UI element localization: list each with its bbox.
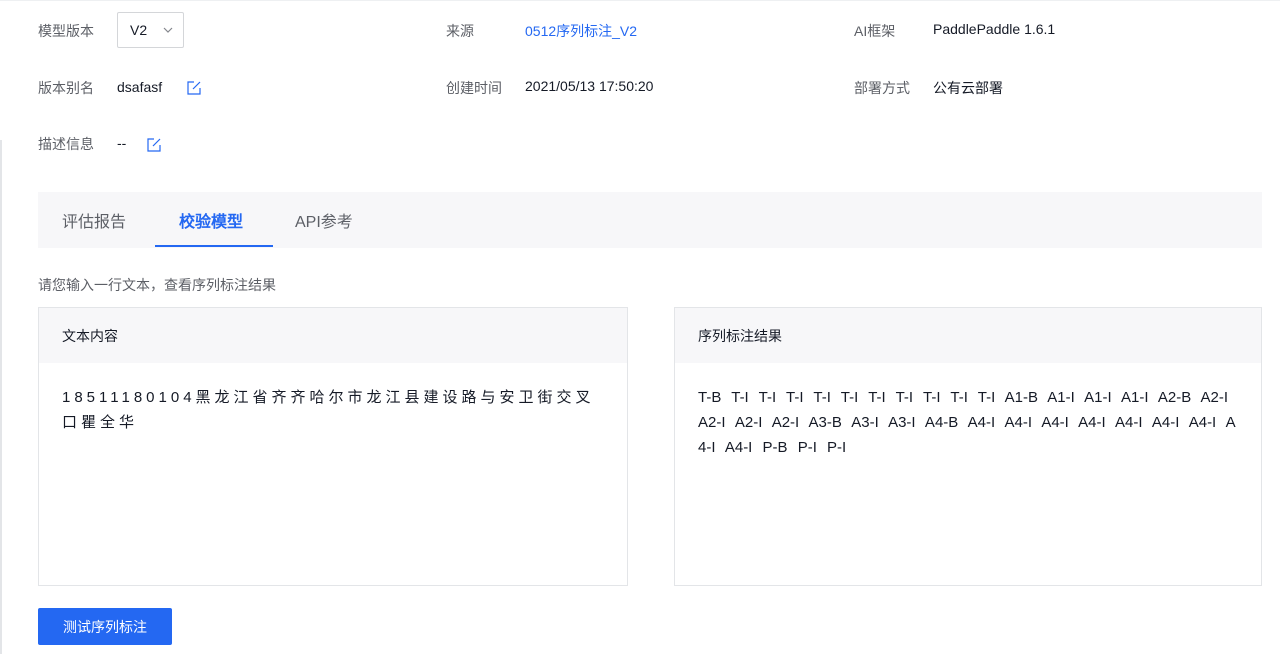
created-label: 创建时间 xyxy=(446,80,502,96)
text-input-area[interactable]: 18511180104黑龙江省齐齐哈尔市龙江县建设路与安卫街交叉口瞿全华 xyxy=(39,363,627,457)
model-detail-page: 模型版本 V2 来源 0512序列标注_V2 AI框架 PaddlePaddle… xyxy=(0,0,1280,654)
chevron-down-icon xyxy=(163,27,173,33)
edit-description-icon[interactable] xyxy=(146,137,162,153)
version-select[interactable]: V2 xyxy=(117,12,184,48)
version-select-value: V2 xyxy=(130,22,148,38)
source-field: 来源 xyxy=(446,21,474,41)
description-value-wrap: -- xyxy=(117,135,126,151)
alias-value: dsafasf xyxy=(117,79,163,95)
result-area: T-B T-I T-I T-I T-I T-I T-I T-I T-I T-I … xyxy=(675,363,1261,482)
left-divider xyxy=(0,140,2,654)
result-panel: 序列标注结果 T-B T-I T-I T-I T-I T-I T-I T-I T… xyxy=(674,307,1262,586)
version-label-field: 模型版本 xyxy=(38,21,94,41)
created-field: 创建时间 xyxy=(446,78,502,98)
text-input-panel-title: 文本内容 xyxy=(39,308,627,363)
source-link[interactable]: 0512序列标注_V2 xyxy=(525,21,637,41)
description-value: -- xyxy=(117,135,127,151)
test-sequence-label-button[interactable]: 测试序列标注 xyxy=(38,608,172,645)
deploy-value-wrap: 公有云部署 xyxy=(933,78,1003,98)
created-value: 2021/05/13 17:50:20 xyxy=(525,78,654,94)
alias-field: 版本别名 xyxy=(38,78,94,98)
framework-value-wrap: PaddlePaddle 1.6.1 xyxy=(933,21,1055,37)
edit-alias-icon[interactable] xyxy=(186,80,202,96)
tab-bar: 评估报告 校验模型 API参考 xyxy=(38,192,1262,248)
deploy-value: 公有云部署 xyxy=(933,80,1003,96)
tab-evaluation-report[interactable]: 评估报告 xyxy=(62,192,126,248)
created-value-wrap: 2021/05/13 17:50:20 xyxy=(525,78,653,94)
version-label: 模型版本 xyxy=(38,23,94,39)
framework-label: AI框架 xyxy=(854,23,896,39)
tab-api-reference[interactable]: API参考 xyxy=(295,192,353,248)
text-input-panel: 文本内容 18511180104黑龙江省齐齐哈尔市龙江县建设路与安卫街交叉口瞿全… xyxy=(38,307,628,586)
result-panel-title: 序列标注结果 xyxy=(675,308,1261,363)
source-link-wrap: 0512序列标注_V2 xyxy=(525,21,637,41)
alias-label: 版本别名 xyxy=(38,80,94,96)
tab-verify-model[interactable]: 校验模型 xyxy=(179,192,243,248)
top-divider xyxy=(0,0,1280,1)
description-field: 描述信息 xyxy=(38,134,94,154)
framework-field: AI框架 xyxy=(854,21,895,41)
verify-hint: 请您输入一行文本，查看序列标注结果 xyxy=(38,277,276,293)
alias-value-wrap: dsafasf xyxy=(117,79,162,95)
framework-value: PaddlePaddle 1.6.1 xyxy=(933,21,1056,37)
text-input-value: 18511180104黑龙江省齐齐哈尔市龙江县建设路与安卫街交叉口瞿全华 xyxy=(62,389,595,431)
result-value: T-B T-I T-I T-I T-I T-I T-I T-I T-I T-I … xyxy=(698,389,1236,456)
deploy-label: 部署方式 xyxy=(854,80,910,96)
source-label: 来源 xyxy=(446,23,474,39)
description-label: 描述信息 xyxy=(38,136,94,152)
active-tab-indicator xyxy=(155,245,273,247)
deploy-field: 部署方式 xyxy=(854,78,910,98)
